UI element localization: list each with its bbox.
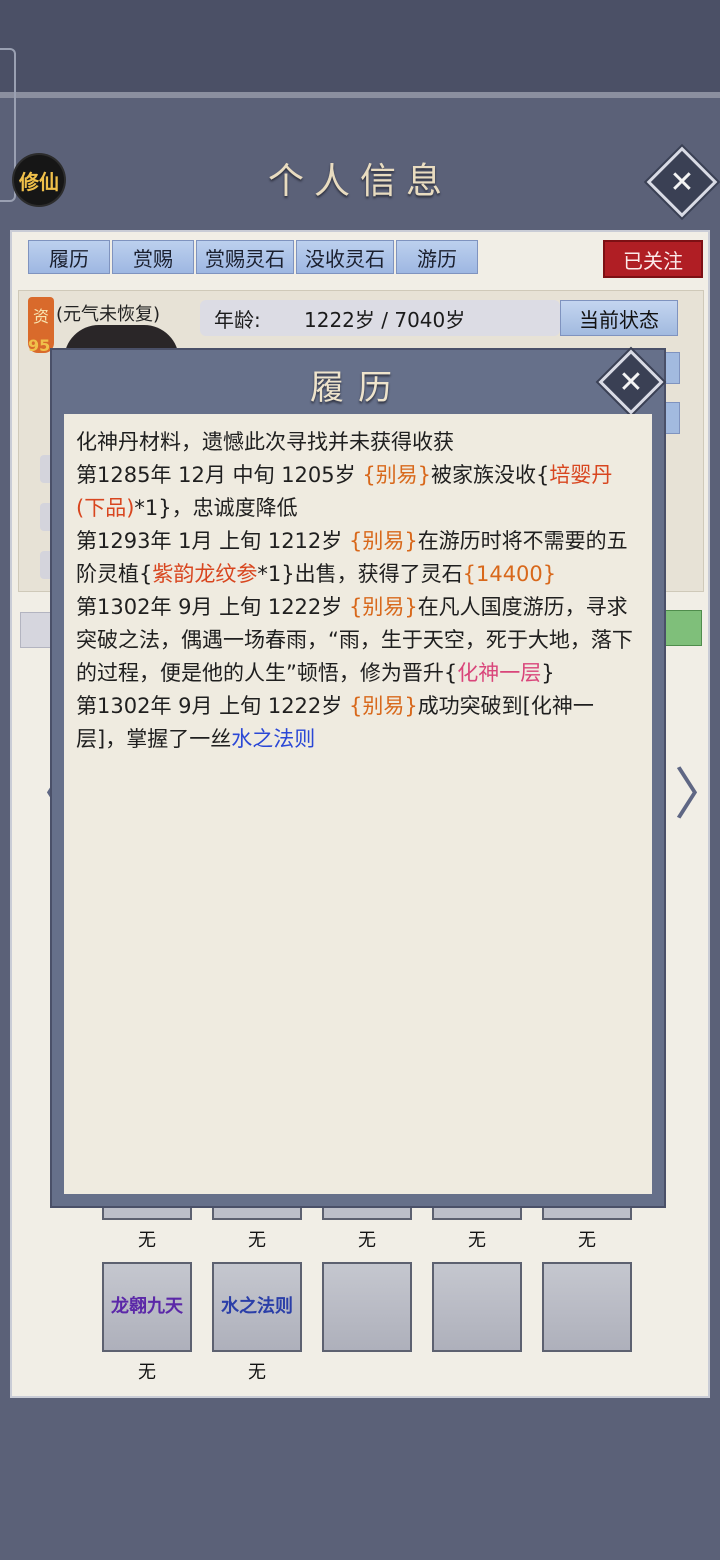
skill-slot[interactable] <box>432 1208 522 1220</box>
stone-amount: {14400} <box>462 562 557 586</box>
age-row: 年龄: 1222岁 / 7040岁 <box>200 300 560 336</box>
slot-label: 无 <box>248 1362 266 1383</box>
history-entry: 第1302年 9月 上旬 1222岁 {别易}在凡人国度游历，寻求突破之法，偶遇… <box>76 595 633 685</box>
top-bar <box>0 0 720 92</box>
skill-slot[interactable] <box>322 1208 412 1220</box>
slot-label: 无 <box>138 1362 156 1383</box>
history-entry: 第1302年 9月 上旬 1222岁 {别易}成功突破到[化神一层]，掌握了一丝… <box>76 694 594 751</box>
skill-slot[interactable] <box>212 1208 302 1220</box>
slot-label: 无 <box>138 1230 156 1251</box>
close-icon: ✕ <box>618 364 644 400</box>
page-title: 个人信息 <box>267 161 452 202</box>
tab-bar: 履历 赏赐 赏赐灵石 没收灵石 游历 <box>28 240 478 274</box>
close-icon: ✕ <box>669 164 695 200</box>
skill-slot-empty[interactable] <box>322 1262 412 1352</box>
status-note: (元气未恢复) <box>56 304 161 325</box>
current-state-button[interactable]: 当前状态 <box>560 300 678 336</box>
next-arrow-icon[interactable]: 〉 <box>674 750 720 831</box>
tab-travel[interactable]: 游历 <box>396 240 478 274</box>
aptitude-value: 95 <box>28 336 51 355</box>
skill-slot-longao[interactable]: 龙翱九天 <box>102 1262 192 1352</box>
character-name: {别易} <box>348 595 418 619</box>
skill-slot[interactable] <box>102 1208 192 1220</box>
character-name: {别易} <box>348 529 418 553</box>
slot-label: 无 <box>358 1230 376 1251</box>
age-value: 1222岁 / 7040岁 <box>304 307 466 332</box>
item-name: 紫韵龙纹参 <box>152 562 258 586</box>
history-entry: 第1293年 1月 上旬 1212岁 {别易}在游历时将不需要的五阶灵植{紫韵龙… <box>76 529 628 586</box>
skill-slot-empty[interactable] <box>432 1262 522 1352</box>
character-name: {别易} <box>362 463 432 487</box>
follow-button[interactable]: 已关注 <box>603 240 703 278</box>
history-entry: 化神丹材料，遗憾此次寻找并未获得收获 <box>76 430 454 454</box>
character-name: {别易} <box>348 694 418 718</box>
history-log[interactable]: 化神丹材料，遗憾此次寻找并未获得收获 第1285年 12月 中旬 1205岁 {… <box>64 414 652 1194</box>
age-label: 年龄: <box>214 307 261 332</box>
modal-title: 履历 <box>310 368 406 408</box>
slot-label: 无 <box>468 1230 486 1251</box>
slot-label: 无 <box>248 1230 266 1251</box>
tab-reward[interactable]: 赏赐 <box>112 240 194 274</box>
skill-slot-empty[interactable] <box>542 1262 632 1352</box>
slot-label: 无 <box>578 1230 596 1251</box>
tab-reward-stones[interactable]: 赏赐灵石 <box>196 240 294 274</box>
tab-confiscate-stones[interactable]: 没收灵石 <box>296 240 394 274</box>
skill-slot-water-law[interactable]: 水之法则 <box>212 1262 302 1352</box>
realm-name: 化神一层 <box>457 661 542 685</box>
history-entry: 第1285年 12月 中旬 1205岁 {别易}被家族没收{培婴丹(下品)*1}… <box>76 463 613 520</box>
hidden-green-button[interactable] <box>660 610 702 646</box>
skill-slot[interactable] <box>542 1208 632 1220</box>
tab-history[interactable]: 履历 <box>28 240 110 274</box>
law-name: 水之法则 <box>231 727 316 751</box>
